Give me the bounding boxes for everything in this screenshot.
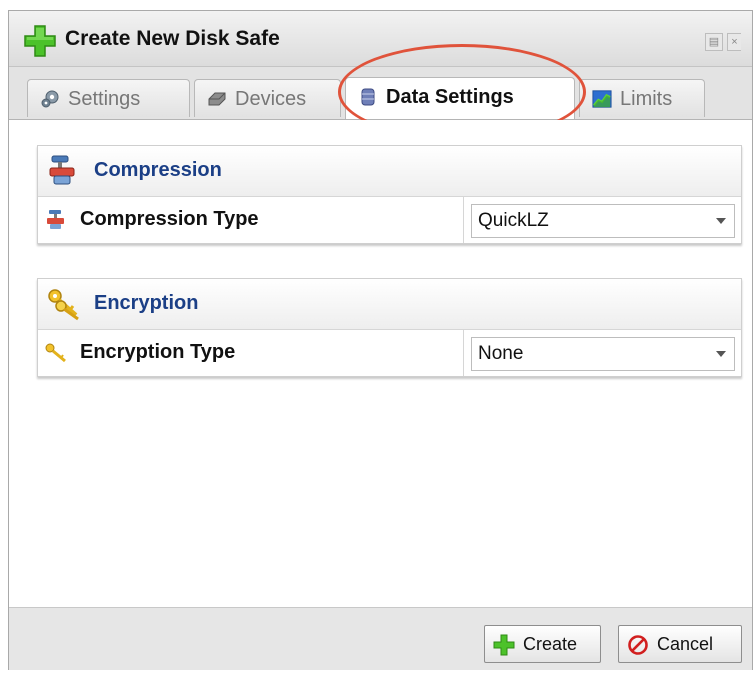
compression-type-label: Compression Type: [80, 208, 259, 230]
compression-type-select[interactable]: QuickLZ: [471, 204, 735, 238]
close-button[interactable]: ×: [727, 33, 741, 51]
tab-devices-label: Devices: [235, 88, 307, 110]
restore-button[interactable]: ▤: [705, 33, 723, 51]
chevron-down-icon: [716, 351, 726, 357]
dialog-footer: Create Cancel: [9, 607, 752, 670]
chart-icon: [592, 90, 612, 108]
encryption-type-value: None: [478, 343, 524, 364]
row-divider: [463, 330, 464, 376]
tab-devices[interactable]: Devices: [194, 79, 341, 117]
compression-section-header: Compression: [38, 146, 741, 197]
compression-section: Compression Compression Type QuickLZ: [37, 145, 742, 244]
tab-limits[interactable]: Limits: [579, 79, 705, 117]
compression-type-value: QuickLZ: [478, 210, 549, 231]
create-disk-safe-dialog: Create New Disk Safe ▤ × Settings Device…: [8, 10, 753, 670]
encryption-title: Encryption: [94, 292, 199, 314]
encryption-type-row: Encryption Type None: [38, 330, 741, 376]
row-divider: [463, 197, 464, 243]
keys-icon: [48, 289, 79, 321]
green-plus-icon: [24, 25, 56, 57]
create-button-label: Create: [523, 634, 578, 654]
disk-drive-icon: [208, 92, 226, 106]
dialog-title: Create New Disk Safe: [65, 27, 280, 50]
compression-type-row: Compression Type QuickLZ: [38, 197, 741, 243]
create-button[interactable]: Create: [484, 625, 601, 663]
cancel-button[interactable]: Cancel: [618, 625, 742, 663]
compression-clamp-icon: [47, 210, 64, 229]
tab-settings-label: Settings: [68, 88, 141, 110]
chevron-down-icon: [716, 218, 726, 224]
tab-settings[interactable]: Settings: [27, 79, 190, 117]
compression-title: Compression: [94, 159, 222, 181]
close-icon: ×: [731, 36, 738, 48]
encryption-type-select[interactable]: None: [471, 337, 735, 371]
encryption-section: Encryption Encryption Type None: [37, 278, 742, 377]
encryption-section-header: Encryption: [38, 279, 741, 330]
green-plus-icon: [493, 634, 515, 656]
gear-icon: [41, 90, 59, 108]
keys-icon: [45, 343, 66, 363]
tab-content-panel: Compression Compression Type QuickLZ Enc…: [9, 120, 752, 607]
compression-clamp-icon: [49, 155, 75, 185]
tab-limits-label: Limits: [620, 88, 673, 110]
cancel-button-label: Cancel: [657, 634, 714, 654]
cancel-icon: [628, 635, 648, 655]
encryption-type-label: Encryption Type: [80, 341, 236, 363]
restore-icon: ▤: [708, 36, 720, 48]
